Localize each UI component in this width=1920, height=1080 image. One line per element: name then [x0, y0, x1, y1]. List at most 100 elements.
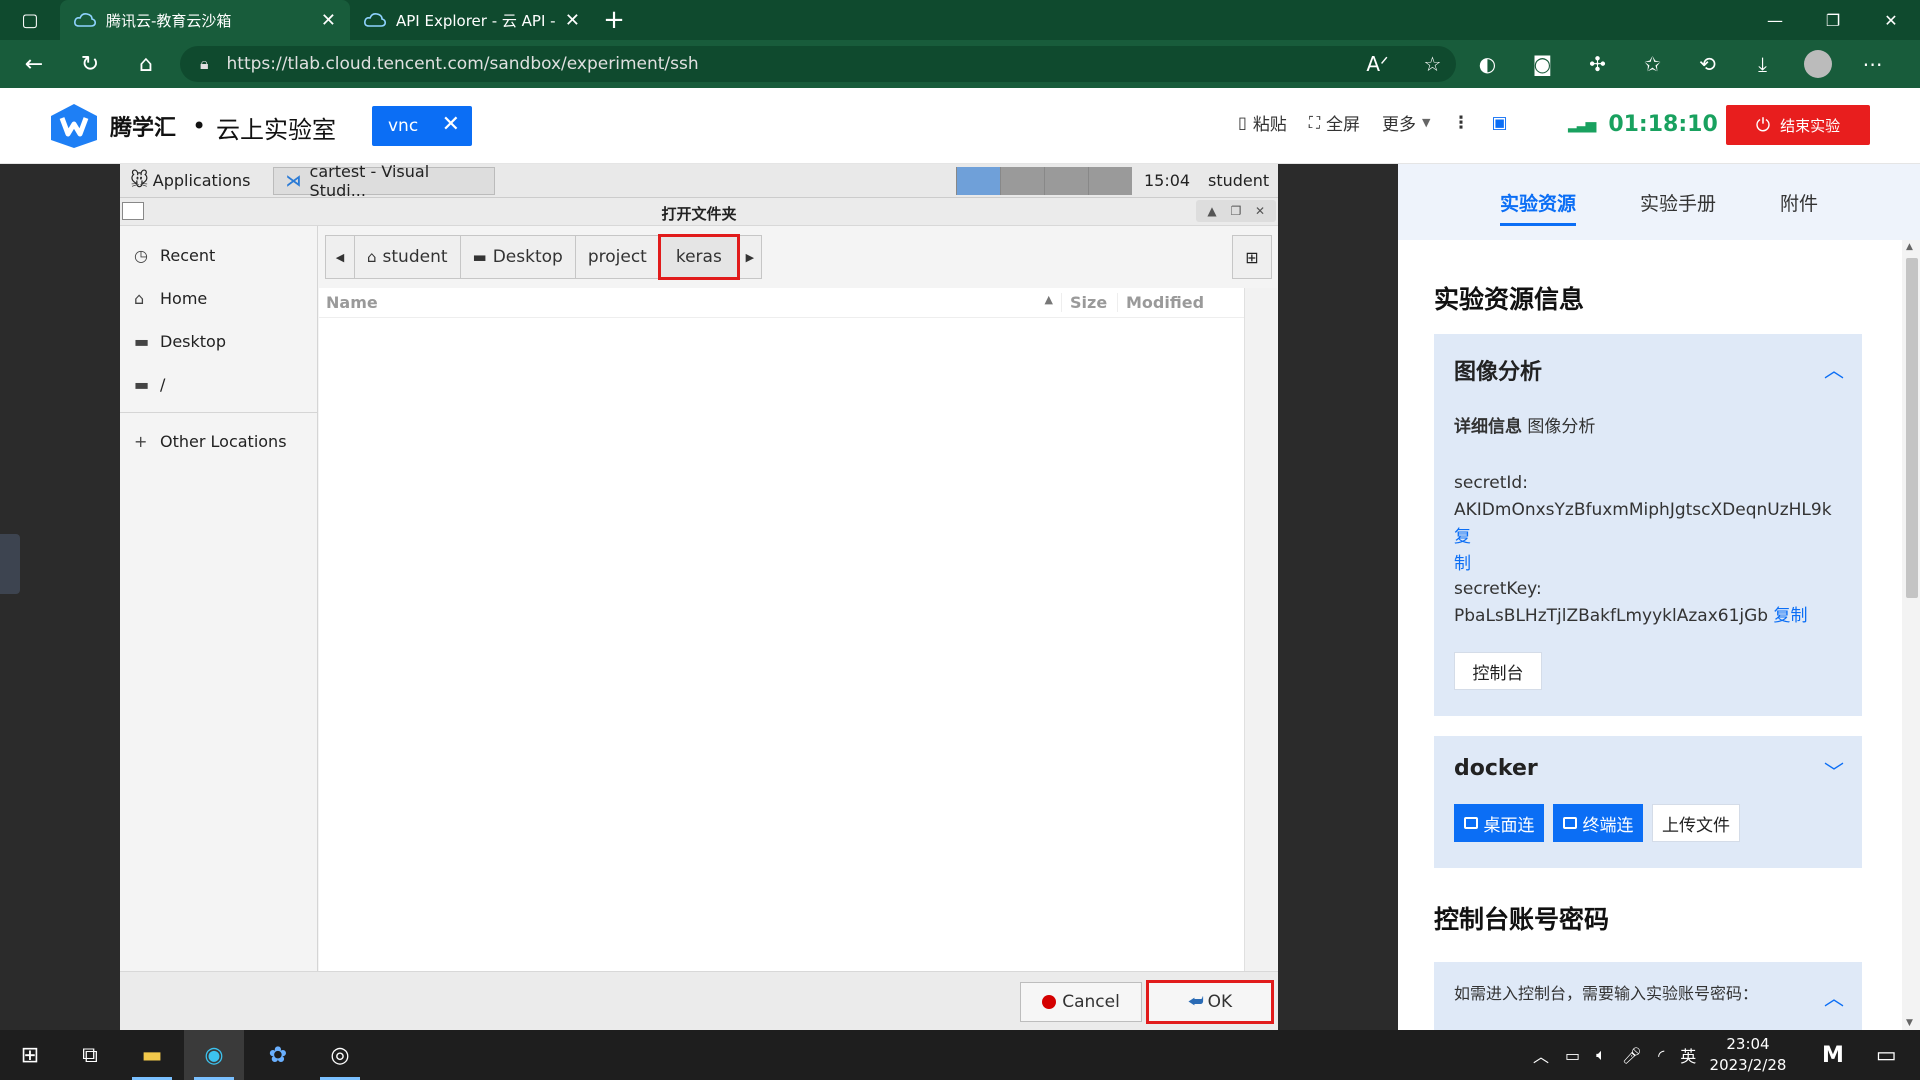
ok-button[interactable]: ⮨ OK	[1146, 980, 1274, 1024]
place-root[interactable]: ▬ /	[120, 363, 317, 406]
copy-secret-key-link[interactable]: 复制	[1774, 606, 1808, 626]
place-recent[interactable]: ◷ Recent	[120, 234, 317, 277]
extensions-icon[interactable]: ✣	[1570, 40, 1625, 88]
file-explorer-icon[interactable]: ▬	[122, 1030, 182, 1080]
workspace-1[interactable]	[956, 167, 1000, 195]
console-button[interactable]: 控制台	[1454, 652, 1542, 690]
side-drawer-handle[interactable]	[0, 534, 20, 594]
desktop-connect-button[interactable]: 桌面连	[1454, 804, 1544, 842]
system-clock[interactable]: 23:04 2023/2/28	[1708, 1034, 1788, 1076]
chevron-up-icon[interactable]: ︿	[1824, 982, 1844, 1011]
resource-scrollbar[interactable]: ▲ ▼	[1902, 240, 1920, 1030]
cancel-button[interactable]: Cancel	[1020, 982, 1142, 1022]
close-window-icon[interactable]: ✕	[1862, 0, 1920, 40]
refresh-icon[interactable]: ↻	[62, 40, 118, 88]
kebab-menu-icon[interactable]: ⋮	[1452, 113, 1469, 133]
path-segment-project[interactable]: project	[574, 235, 660, 279]
tab-attachments[interactable]: 附件	[1780, 164, 1818, 240]
profile-avatar[interactable]	[1790, 40, 1845, 88]
extension-color-icon[interactable]: ◐	[1460, 40, 1515, 88]
more-dropdown[interactable]: 更多 ▼	[1382, 110, 1430, 135]
panel-user[interactable]: student	[1208, 171, 1269, 190]
app-m-icon[interactable]: M	[1822, 1043, 1844, 1068]
column-modified[interactable]: Modified	[1117, 293, 1235, 312]
upload-file-button[interactable]: 上传文件	[1652, 804, 1740, 842]
close-icon[interactable]: ✕	[1248, 200, 1272, 222]
place-other-locations[interactable]: + Other Locations	[120, 420, 317, 463]
chevron-up-icon[interactable]: ︿	[1533, 1043, 1549, 1067]
place-desktop[interactable]: ▬ Desktop	[120, 320, 317, 363]
chevron-down-icon[interactable]: ﹀	[1824, 756, 1844, 785]
tab-manual[interactable]: 实验手册	[1640, 164, 1716, 240]
url-field[interactable]: 🔒︎ https://tlab.cloud.tencent.com/sandbo…	[180, 46, 1456, 82]
close-icon[interactable]: ✕	[565, 10, 580, 31]
favorite-add-icon[interactable]: ☆	[1405, 40, 1460, 88]
scroll-down-icon[interactable]: ▼	[1906, 1018, 1913, 1028]
new-folder-button[interactable]: ⊞	[1232, 235, 1272, 279]
volume-icon[interactable]: 🔈︎	[1596, 1045, 1606, 1065]
extension-glasses-icon[interactable]: ◙	[1515, 40, 1570, 88]
maximize-icon[interactable]: ❐	[1224, 200, 1248, 222]
tab-resources[interactable]: 实验资源	[1499, 164, 1576, 240]
column-label: Size	[1070, 293, 1108, 312]
battery-icon[interactable]: ▭	[1565, 1046, 1580, 1065]
path-back-arrow[interactable]: ◀	[325, 235, 355, 279]
scroll-up-icon[interactable]: ▲	[1906, 242, 1913, 252]
panel-toggle-icon[interactable]: ▣	[1491, 113, 1507, 133]
chevron-up-icon[interactable]: ︿	[1824, 354, 1844, 383]
task-view-icon[interactable]: ⧉	[60, 1030, 120, 1080]
download-icon[interactable]: ⤓	[1735, 40, 1790, 88]
home-icon[interactable]: ⌂	[118, 40, 174, 88]
tab-actions-icon[interactable]: ▢	[0, 0, 60, 40]
taskbar-window-vscode[interactable]: ⋊ cartest - Visual Studi...	[272, 162, 495, 200]
microphone-icon[interactable]: 🎤︎	[1622, 1046, 1642, 1065]
xfce-mouse-icon: 🐭︎	[130, 170, 149, 191]
history-icon[interactable]: ⟲	[1680, 40, 1735, 88]
column-name[interactable]: Name ▲	[319, 293, 1061, 312]
file-list-scrollbar[interactable]	[1244, 288, 1277, 971]
sort-ascending-icon: ▲	[1044, 293, 1053, 306]
applications-menu[interactable]: 🐭︎ Applications	[120, 164, 261, 198]
shade-icon[interactable]: ▲	[1200, 200, 1224, 222]
notification-icon[interactable]: ▭	[1876, 1043, 1897, 1068]
system-tray: ︿ ▭ 🔈︎ 🎤︎ ◜ 英	[1525, 1030, 1704, 1080]
windows-start-icon[interactable]: ⊞	[0, 1030, 60, 1080]
path-forward-arrow[interactable]: ▶	[737, 235, 762, 279]
fullscreen-button[interactable]: ⛶ 全屏	[1309, 110, 1360, 136]
app-icon[interactable]: ✿	[248, 1030, 308, 1080]
close-icon[interactable]: ✕	[442, 112, 460, 137]
edge-browser-icon[interactable]: ◉	[184, 1030, 244, 1080]
vnc-session-tag[interactable]: vnc ✕	[372, 106, 472, 146]
column-size[interactable]: Size	[1061, 293, 1117, 312]
scrollbar-thumb[interactable]	[1906, 258, 1918, 598]
path-segment-student[interactable]: ⌂ student	[354, 235, 461, 279]
window-controls: — ❐ ✕	[1746, 0, 1920, 40]
place-home[interactable]: ⌂ Home	[120, 277, 317, 320]
path-segment-desktop[interactable]: ▬ Desktop	[459, 235, 576, 279]
terminal-connect-button[interactable]: 终端连	[1553, 804, 1643, 842]
back-icon[interactable]: ←	[6, 40, 62, 88]
wifi-icon[interactable]: ◜	[1658, 1046, 1664, 1065]
ime-indicator[interactable]: 英	[1680, 1043, 1696, 1067]
places-sidebar: ◷ Recent ⌂ Home ▬ Desktop ▬ / + Other Lo…	[120, 226, 318, 971]
vnc-screen[interactable]: 🐭︎ Applications ⋊ cartest - Visual Studi…	[120, 162, 1278, 1030]
favorites-icon[interactable]: ✩	[1625, 40, 1680, 88]
close-icon[interactable]: ✕	[321, 10, 336, 31]
file-list[interactable]: Name ▲ Size Modified	[319, 288, 1277, 971]
minimize-icon[interactable]: —	[1746, 0, 1804, 40]
paste-button[interactable]: ▯ 粘贴	[1238, 110, 1287, 135]
workspace-2[interactable]	[1000, 167, 1044, 195]
workspace-3[interactable]	[1044, 167, 1088, 195]
tab-title: API Explorer - 云 API - 控制台	[396, 11, 555, 30]
path-segment-keras[interactable]: keras	[657, 234, 740, 280]
new-tab-button[interactable]: +	[594, 0, 634, 40]
tab-tencent-sandbox[interactable]: 腾讯云-教育云沙箱 ✕	[60, 0, 350, 40]
copy-secret-id-link[interactable]: 复制	[1454, 527, 1471, 574]
workspace-4[interactable]	[1088, 167, 1132, 195]
tab-api-explorer[interactable]: API Explorer - 云 API - 控制台 ✕	[350, 0, 594, 40]
more-menu-icon[interactable]: ⋯	[1845, 40, 1900, 88]
obs-icon[interactable]: ◎	[310, 1030, 370, 1080]
read-aloud-icon[interactable]: Aᐟ	[1350, 40, 1405, 88]
restore-icon[interactable]: ❐	[1804, 0, 1862, 40]
end-experiment-button[interactable]: ⏻ 结束实验	[1726, 105, 1870, 145]
